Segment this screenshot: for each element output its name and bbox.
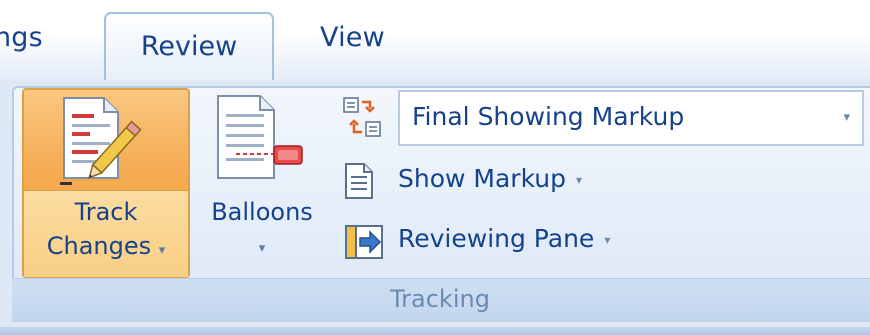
chevron-down-icon[interactable]: ▾ [843,110,850,125]
reviewing-pane-label: Reviewing Pane ▾ [398,224,611,253]
ribbon-tab-strip: ngs Review View [0,0,870,84]
reviewing-pane-icon [345,225,383,259]
display-for-review-select[interactable]: Final Showing Markup ▾ [398,90,864,146]
track-changes-label-line2: Changes ▾ [24,232,188,260]
balloons-label: Balloons [211,198,313,226]
ribbon-panel: Tracking Track Changes ▾ Balloons ▾ Fina… [0,80,870,335]
chevron-down-icon: ▾ [604,233,611,247]
display-for-review-value: Final Showing Markup [412,102,685,131]
tab-view[interactable]: View [320,22,385,53]
balloons-arrow: ▾ [192,230,332,258]
chevron-down-icon: ▾ [158,243,166,258]
balloons-icon [217,95,303,179]
chevron-down-icon: ▾ [258,241,266,256]
show-markup-button[interactable]: Show Markup ▾ [340,160,700,204]
display-for-review-icon [343,97,381,137]
show-markup-label: Show Markup ▾ [398,164,583,193]
track-changes-icon [60,97,142,185]
track-changes-label-line1: Track [74,198,138,226]
reviewing-pane-button[interactable]: Reviewing Pane ▾ [340,220,700,264]
ribbon-bottom-edge [0,327,870,335]
track-changes-label-text: Changes [46,232,152,260]
chevron-down-icon: ▾ [576,173,583,187]
tab-mailings-partial[interactable]: ngs [0,22,43,53]
tab-review[interactable]: Review [104,12,274,84]
document-icon [345,163,373,199]
group-label-tracking: Tracking [390,285,490,313]
